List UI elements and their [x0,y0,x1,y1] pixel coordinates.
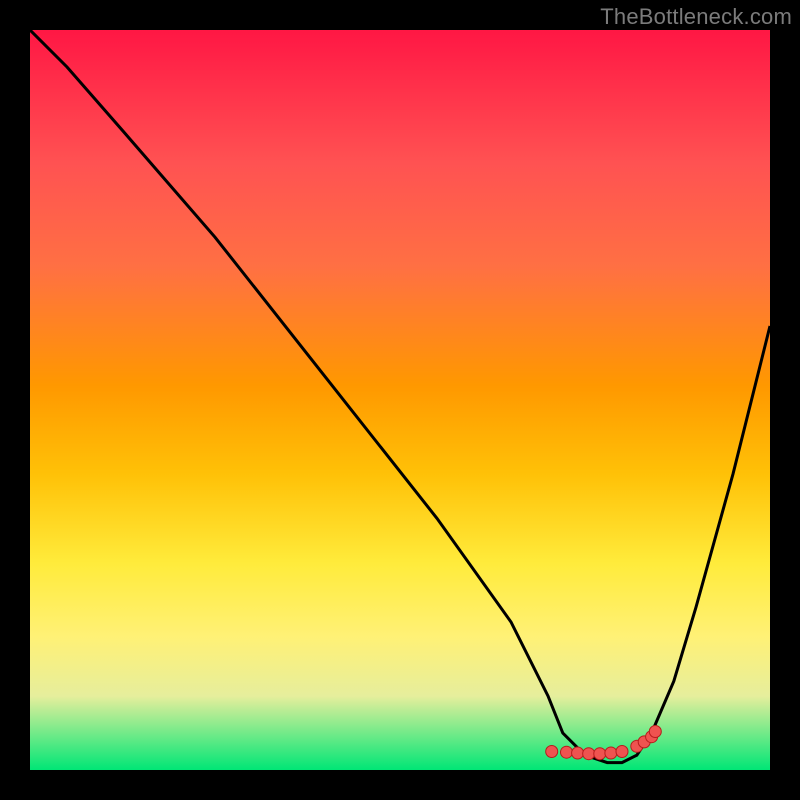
marker-dot [546,746,558,758]
curve-svg [30,30,770,770]
chart-frame: TheBottleneck.com [0,0,800,800]
gradient-plot-area [30,30,770,770]
watermark-text: TheBottleneck.com [600,4,792,30]
bottleneck-curve [30,30,770,763]
marker-dot [605,747,617,759]
marker-dot [616,746,628,758]
marker-dot [583,748,595,760]
marker-dot [572,747,584,759]
marker-dot [561,746,573,758]
marker-dot [649,726,661,738]
marker-dot [594,748,606,760]
